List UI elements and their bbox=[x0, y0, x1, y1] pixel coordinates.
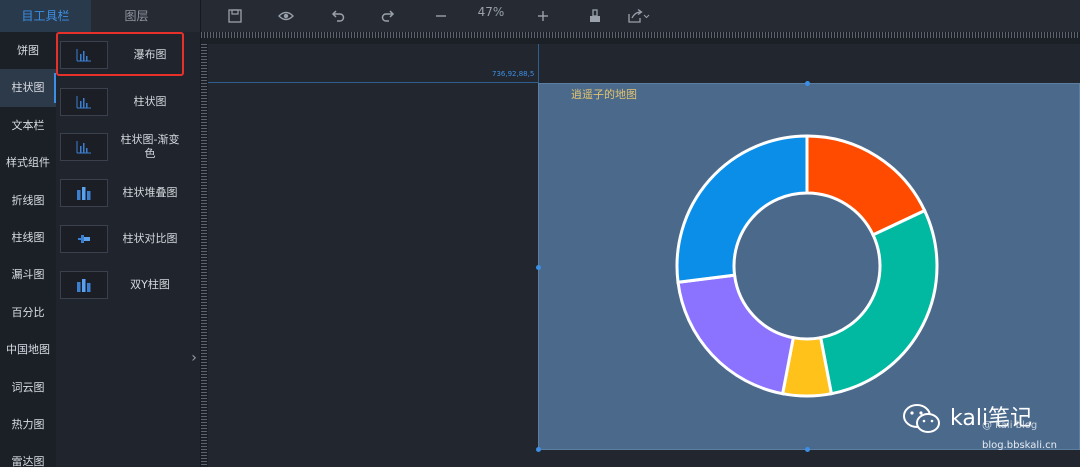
component-item[interactable]: 双Y柱图 bbox=[60, 268, 196, 302]
watermark-handle: @ kali blog bbox=[982, 420, 1038, 431]
component-list: 瀑布图 柱状图 柱状图-渐变色 柱状堆叠图 柱状对比图 双Y柱图 bbox=[56, 32, 200, 467]
ruler-horizontal bbox=[201, 32, 1080, 44]
wechat-icon bbox=[903, 404, 940, 433]
left-panel-tabs: 目工具栏 图层 bbox=[0, 0, 200, 32]
component-item[interactable]: 柱状图 bbox=[60, 85, 196, 119]
preview-icon[interactable] bbox=[274, 4, 298, 28]
redo-icon[interactable] bbox=[376, 4, 400, 28]
donut-chart bbox=[675, 134, 939, 398]
category-item[interactable]: 漏斗图 bbox=[0, 256, 56, 293]
zoom-level: 47% bbox=[477, 5, 505, 19]
category-item[interactable]: 中国地图 bbox=[0, 331, 56, 368]
donut-slice[interactable] bbox=[676, 273, 796, 396]
zoom-in-icon[interactable] bbox=[531, 4, 555, 28]
undo-icon[interactable] bbox=[326, 4, 350, 28]
category-item[interactable]: 饼图 bbox=[0, 32, 56, 69]
watermark-site: blog.bbskali.cn bbox=[982, 440, 1057, 451]
category-item[interactable]: 柱线图 bbox=[0, 219, 56, 256]
resize-handle-bottom[interactable] bbox=[805, 447, 810, 452]
category-item[interactable]: 柱状图 bbox=[0, 69, 56, 107]
toolbar: 47% bbox=[201, 0, 1080, 32]
compare-bar-icon bbox=[60, 225, 108, 253]
donut-slice[interactable] bbox=[675, 134, 809, 284]
tab-layers[interactable]: 图层 bbox=[91, 0, 182, 32]
resize-handle-top[interactable] bbox=[805, 81, 810, 86]
export-icon[interactable] bbox=[625, 4, 653, 28]
category-item[interactable]: 词云图 bbox=[0, 369, 56, 406]
tab-filler bbox=[182, 0, 200, 32]
category-item[interactable]: 雷达图 bbox=[0, 443, 56, 467]
stacked-bar-icon bbox=[60, 179, 108, 207]
collapse-arrow-icon[interactable]: › bbox=[188, 348, 200, 368]
resize-handle-bottom-left[interactable] bbox=[536, 447, 541, 452]
resize-handle-left[interactable] bbox=[536, 265, 541, 270]
ruler-vertical bbox=[201, 44, 208, 467]
category-item[interactable]: 热力图 bbox=[0, 406, 56, 443]
category-item[interactable]: 折线图 bbox=[0, 182, 56, 219]
component-label: 柱状图-渐变色 bbox=[120, 133, 180, 160]
component-item[interactable]: 柱状堆叠图 bbox=[60, 176, 196, 210]
component-item[interactable]: 柱状对比图 bbox=[60, 222, 196, 256]
save-icon[interactable] bbox=[223, 4, 247, 28]
category-item[interactable]: 百分比 bbox=[0, 294, 56, 331]
category-item[interactable]: 文本栏 bbox=[0, 107, 56, 144]
highlight-box bbox=[56, 32, 184, 76]
component-label: 柱状对比图 bbox=[122, 232, 178, 245]
category-item[interactable]: 样式组件 bbox=[0, 144, 56, 181]
component-label: 双Y柱图 bbox=[130, 278, 170, 291]
coordinate-label: 736,92,88,5 bbox=[492, 70, 535, 78]
category-list: 饼图 柱状图 文本栏 样式组件 折线图 柱线图 漏斗图 百分比 中国地图 词云图 热力图 雷达图 bbox=[0, 32, 56, 467]
bar-chart-icon bbox=[60, 133, 108, 161]
zoom-out-icon[interactable] bbox=[429, 4, 453, 28]
tab-toolbox[interactable]: 目工具栏 bbox=[0, 0, 91, 32]
guide-line-vertical bbox=[538, 44, 539, 84]
component-label: 柱状堆叠图 bbox=[122, 186, 178, 199]
dual-y-bar-icon bbox=[60, 271, 108, 299]
chart-widget[interactable]: 逍遥子的地图 bbox=[538, 83, 1080, 450]
component-label: 柱状图 bbox=[133, 95, 167, 108]
clear-icon[interactable] bbox=[583, 4, 607, 28]
guide-line-horizontal bbox=[208, 82, 538, 83]
donut-slice[interactable] bbox=[818, 208, 939, 396]
component-item[interactable]: 柱状图-渐变色 bbox=[60, 130, 196, 164]
bar-chart-icon bbox=[60, 88, 108, 116]
